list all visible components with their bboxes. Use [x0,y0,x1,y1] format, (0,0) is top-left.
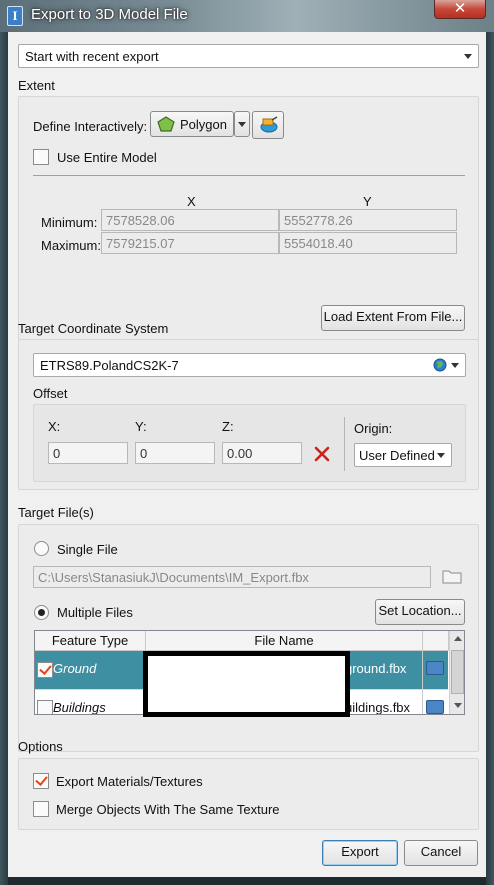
export-materials-label: Export Materials/Textures [56,774,203,789]
pick-extent-button[interactable] [252,111,284,139]
column-header-browse [423,631,449,651]
window-frame-left [0,32,8,885]
options-group: Export Materials/Textures Merge Objects … [18,758,479,830]
divider [33,175,465,176]
column-header-feature-type[interactable]: Feature Type [35,631,146,651]
clear-offset-icon[interactable] [314,446,330,462]
cancel-button[interactable]: Cancel [404,840,478,866]
crs-section-label: Target Coordinate System [18,321,169,336]
row-feature-type: Buildings [53,700,106,715]
multiple-files-label: Multiple Files [57,605,133,620]
export-button[interactable]: Export [322,840,398,866]
divider [344,417,345,471]
options-section-label: Options [18,739,63,754]
offset-z-field[interactable]: 0.00 [222,442,302,464]
row-file-name: ground.fbx [345,661,407,676]
app-icon: I [7,6,23,26]
max-y-field[interactable]: 5554018.40 [279,232,457,254]
polygon-label: Polygon [180,117,227,132]
column-y-label: Y [363,194,372,209]
single-file-label: Single File [57,542,118,557]
offset-y-field[interactable]: 0 [135,442,215,464]
max-x-field[interactable]: 7579215.07 [101,232,279,254]
scrollbar-thumb[interactable] [451,650,464,694]
origin-label: Origin: [354,421,393,436]
folder-icon[interactable] [442,568,462,584]
chevron-down-icon [451,363,459,368]
maximum-label: Maximum: [41,238,101,253]
define-interactively-label: Define Interactively: [33,119,148,134]
origin-dropdown[interactable]: User Defined [354,443,452,467]
merge-objects-checkbox[interactable] [33,801,49,817]
open-folder-icon[interactable] [426,661,444,675]
min-y-field[interactable]: 5552778.26 [279,209,457,231]
offset-x-field[interactable]: 0 [48,442,128,464]
row-file-name: uildings.fbx [345,700,411,715]
preset-dropdown[interactable]: Start with recent export [18,44,479,68]
cell-divider [422,690,423,714]
chevron-down-icon [464,54,472,59]
offset-group: X: Y: Z: 0 0 0.00 Origin: User Defined [33,404,466,482]
load-extent-button[interactable]: Load Extent From File... [321,305,465,331]
crs-group: ETRS89.PolandCS2K-7 Offset X: Y: Z: 0 0 … [18,339,479,490]
min-x-field[interactable]: 7578528.06 [101,209,279,231]
offset-label: Offset [33,386,68,401]
origin-value: User Defined [359,448,435,463]
cell-divider [422,651,423,689]
chevron-down-icon [238,122,246,127]
chevron-down-icon [437,453,445,458]
dialog-body: Start with recent export Extent Define I… [8,32,486,877]
use-entire-model-label: Use Entire Model [57,150,157,165]
multiple-files-radio[interactable] [34,605,49,620]
scroll-down-icon[interactable] [454,703,462,708]
use-entire-model-checkbox[interactable] [33,149,49,165]
single-file-radio[interactable] [34,541,49,556]
polygon-button[interactable]: Polygon [150,111,234,137]
redaction-box [143,651,350,717]
polygon-icon [157,116,175,132]
preset-value: Start with recent export [25,49,159,64]
target-section-label: Target File(s) [18,505,94,520]
row-feature-type: Ground [53,661,97,676]
extent-group: Define Interactively: Polygon Use Entire… [18,96,479,340]
window-frame-right [486,32,494,885]
column-header-file-name[interactable]: File Name [146,631,423,651]
export-materials-checkbox[interactable] [33,773,49,789]
map-pick-icon [260,116,278,133]
title-bar[interactable]: I Export to 3D Model File ✕ [0,0,494,32]
vertical-scrollbar[interactable] [449,631,464,714]
offset-z-label: Z: [222,419,234,434]
extent-section-label: Extent [18,78,55,93]
window-title: Export to 3D Model File [31,6,188,23]
globe-icon [433,358,447,372]
merge-objects-label: Merge Objects With The Same Texture [56,802,280,817]
crs-value: ETRS89.PolandCS2K-7 [40,358,179,373]
offset-x-label: X: [48,419,61,434]
polygon-mode-dropdown[interactable] [234,111,250,137]
column-x-label: X [187,194,196,209]
single-file-path-field[interactable]: C:\Users\StanasiukJ\Documents\IM_Export.… [33,566,431,588]
minimum-label: Minimum: [41,215,98,230]
close-button[interactable]: ✕ [434,0,486,19]
set-location-button[interactable]: Set Location... [375,599,465,625]
row-checkbox[interactable] [37,662,53,678]
row-checkbox[interactable] [37,700,53,714]
crs-dropdown[interactable]: ETRS89.PolandCS2K-7 [33,353,466,377]
offset-y-label: Y: [135,419,147,434]
scroll-up-icon[interactable] [454,636,462,641]
open-folder-icon[interactable] [426,700,444,714]
